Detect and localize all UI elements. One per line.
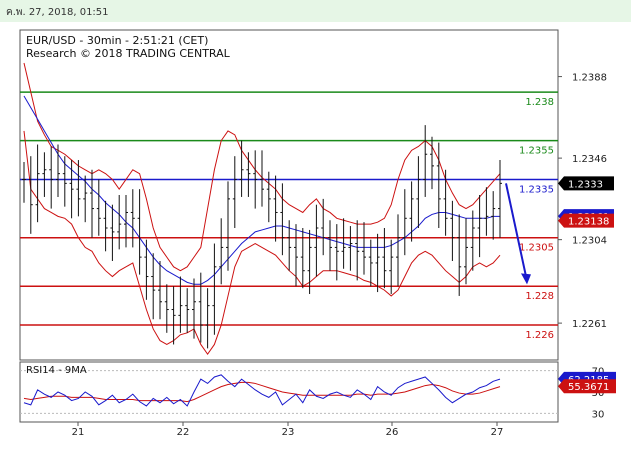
y-tick-label: 1.2388 (572, 73, 607, 84)
x-tick-label: 22 (177, 427, 190, 438)
x-tick-label: 27 (491, 427, 504, 438)
level-label: 1.2305 (519, 243, 554, 254)
chart-subtitle: Research © 2018 TRADING CENTRAL (26, 47, 231, 60)
level-label: 1.2355 (519, 146, 554, 157)
rsi-title: RSI14 - 9MA (26, 365, 87, 376)
value-badge-label: 1.2333 (568, 179, 603, 190)
level-label: 1.2335 (519, 184, 554, 195)
x-tick-label: 26 (386, 427, 399, 438)
level-label: 1.228 (525, 291, 554, 302)
y-tick-label: 1.2261 (572, 319, 607, 330)
chart-canvas: 1.238 1.2355 1.2335 1.2305 1.228 1.226 1.2388… (19, 29, 616, 438)
level-label: 1.238 (525, 97, 554, 108)
y-tick-label: 1.2346 (572, 154, 607, 165)
chart-title: EUR/USD - 30min - 2:51:21 (CET) (26, 34, 208, 47)
y-tick-label: 1.2304 (572, 236, 607, 247)
x-tick-label: 21 (72, 427, 85, 438)
rsi-y-tick-label: 30 (592, 409, 605, 420)
x-tick-label: 23 (282, 427, 295, 438)
main-panel-frame (19, 29, 559, 361)
level-label: 1.226 (525, 330, 554, 341)
value-badge-label: 55.3671 (568, 382, 609, 393)
value-badge-label: 1.23138 (568, 217, 609, 228)
